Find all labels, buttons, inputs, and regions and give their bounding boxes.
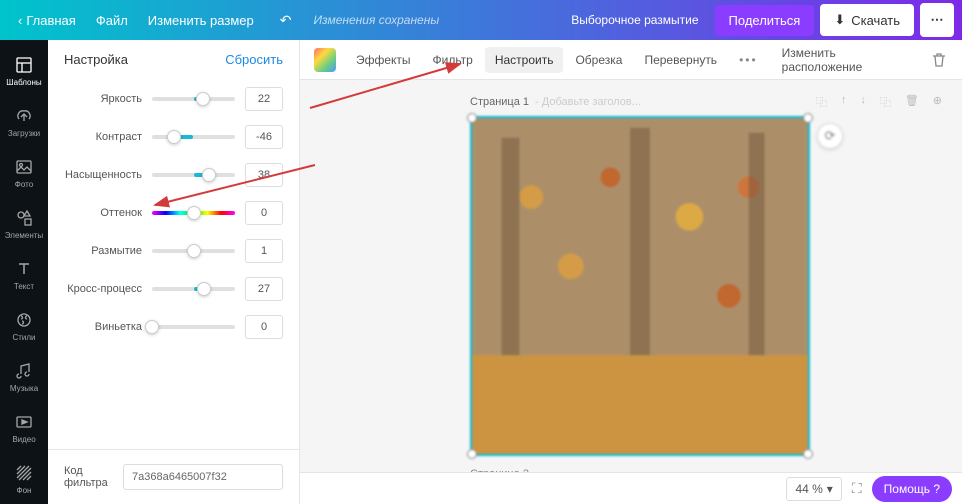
toolbar: ЭффектыФильтрНастроитьОбрезкаПеревернуть… bbox=[300, 40, 962, 80]
slider-6[interactable] bbox=[152, 325, 235, 329]
slider-2[interactable] bbox=[152, 173, 235, 177]
add-title[interactable]: - Добавьте заголов... bbox=[535, 96, 641, 108]
page-up-icon[interactable]: ↑ bbox=[841, 94, 847, 110]
panel-title: Настройка bbox=[64, 52, 128, 67]
styles-icon bbox=[14, 310, 34, 330]
page-down-icon[interactable]: ↓ bbox=[860, 94, 866, 110]
fullscreen-button[interactable]: ⛶ bbox=[852, 480, 862, 497]
reorder-button[interactable]: Изменить расположение bbox=[772, 40, 918, 80]
slider-value[interactable]: 27 bbox=[245, 277, 283, 301]
video-icon bbox=[14, 412, 34, 432]
sidebar: Шаблоны Загрузки Фото Элементы Текст Сти… bbox=[0, 40, 48, 504]
slider-label: Яркость bbox=[64, 93, 142, 105]
slider-3[interactable] bbox=[152, 211, 235, 215]
page-duplicate-icon[interactable]: ⿻ bbox=[816, 94, 827, 110]
save-status: Изменения сохранены bbox=[313, 13, 439, 27]
slider-value[interactable]: 0 bbox=[245, 315, 283, 339]
tab-Эффекты[interactable]: Эффекты bbox=[346, 47, 421, 73]
share-button[interactable]: Поделиться bbox=[715, 5, 815, 36]
slider-5[interactable] bbox=[152, 287, 235, 291]
back-button[interactable]: ‹Главная bbox=[8, 7, 86, 34]
adjust-panel: Настройка Сбросить Яркость 22 Контраст -4… bbox=[48, 40, 300, 504]
download-button[interactable]: ⬇Скачать bbox=[820, 4, 914, 36]
zoom-control[interactable]: 44 %▾ bbox=[786, 477, 841, 501]
help-button[interactable]: Помощь ? bbox=[872, 476, 952, 502]
page-add-icon[interactable]: ⊕ bbox=[933, 94, 942, 110]
sidebar-background[interactable]: Фон bbox=[0, 453, 48, 504]
upload-icon bbox=[14, 106, 34, 126]
filter-code-input[interactable] bbox=[123, 464, 283, 490]
canvas[interactable]: Страница 1 - Добавьте заголов... ⿻ ↑ ↓ ⿻… bbox=[300, 80, 962, 472]
tab-Фильтр[interactable]: Фильтр bbox=[423, 47, 483, 73]
more-tools[interactable]: ••• bbox=[729, 47, 768, 73]
filter-code-label: Код фильтра bbox=[64, 465, 113, 489]
resize-handle-tl[interactable] bbox=[467, 113, 477, 123]
elements-icon bbox=[14, 208, 34, 228]
rotate-handle[interactable]: ⟳ bbox=[817, 123, 843, 149]
slider-label: Насыщенность bbox=[64, 169, 142, 181]
slider-value[interactable]: 22 bbox=[245, 87, 283, 111]
slider-1[interactable] bbox=[152, 135, 235, 139]
resize-handle-bl[interactable] bbox=[467, 449, 477, 459]
sidebar-music[interactable]: Музыка bbox=[0, 351, 48, 402]
slider-value[interactable]: 0 bbox=[245, 201, 283, 225]
undo-button[interactable]: ↶ bbox=[270, 6, 302, 35]
slider-label: Оттенок bbox=[64, 207, 142, 219]
sidebar-uploads[interactable]: Загрузки bbox=[0, 97, 48, 148]
slider-0[interactable] bbox=[152, 97, 235, 101]
slider-label: Контраст bbox=[64, 131, 142, 143]
photo-icon bbox=[14, 157, 34, 177]
more-button[interactable]: ⋯ bbox=[920, 3, 954, 37]
tab-Перевернуть[interactable]: Перевернуть bbox=[634, 47, 727, 73]
text-icon bbox=[14, 259, 34, 279]
page-copy-icon[interactable]: ⿻ bbox=[880, 94, 891, 110]
image-thumbnail[interactable] bbox=[314, 48, 336, 72]
selective-blur-label[interactable]: Выборочное размытие bbox=[561, 7, 708, 33]
slider-value[interactable]: 1 bbox=[245, 239, 283, 263]
slider-value[interactable]: 38 bbox=[245, 163, 283, 187]
delete-button[interactable] bbox=[930, 51, 948, 69]
selected-image[interactable]: ⟳ bbox=[470, 116, 810, 456]
templates-icon bbox=[14, 55, 34, 75]
background-icon bbox=[14, 463, 34, 483]
sidebar-styles[interactable]: Стили bbox=[0, 300, 48, 351]
reset-button[interactable]: Сбросить bbox=[225, 52, 283, 67]
download-icon: ⬇ bbox=[834, 12, 845, 28]
tab-Обрезка[interactable]: Обрезка bbox=[565, 47, 632, 73]
bottom-bar: 44 %▾ ⛶ Помощь ? bbox=[300, 472, 962, 504]
resize-handle-br[interactable] bbox=[803, 449, 813, 459]
sidebar-templates[interactable]: Шаблоны bbox=[0, 46, 48, 97]
slider-label: Кросс-процесс bbox=[64, 283, 142, 295]
page-label: Страница 1 bbox=[470, 96, 529, 108]
slider-value[interactable]: -46 bbox=[245, 125, 283, 149]
tab-Настроить[interactable]: Настроить bbox=[485, 47, 564, 73]
slider-label: Виньетка bbox=[64, 321, 142, 333]
music-icon bbox=[14, 361, 34, 381]
sidebar-elements[interactable]: Элементы bbox=[0, 199, 48, 250]
resize-handle-tr[interactable] bbox=[803, 113, 813, 123]
file-menu[interactable]: Файл bbox=[86, 7, 138, 34]
sidebar-video[interactable]: Видео bbox=[0, 402, 48, 453]
chevron-left-icon: ‹ bbox=[18, 13, 22, 28]
page-trash-icon[interactable]: 🗑 bbox=[905, 94, 919, 110]
sidebar-text[interactable]: Текст bbox=[0, 250, 48, 301]
slider-label: Размытие bbox=[64, 245, 142, 257]
slider-4[interactable] bbox=[152, 249, 235, 253]
resize-menu[interactable]: Изменить размер bbox=[138, 7, 264, 34]
sidebar-photos[interactable]: Фото bbox=[0, 148, 48, 199]
chevron-down-icon: ▾ bbox=[827, 482, 833, 496]
